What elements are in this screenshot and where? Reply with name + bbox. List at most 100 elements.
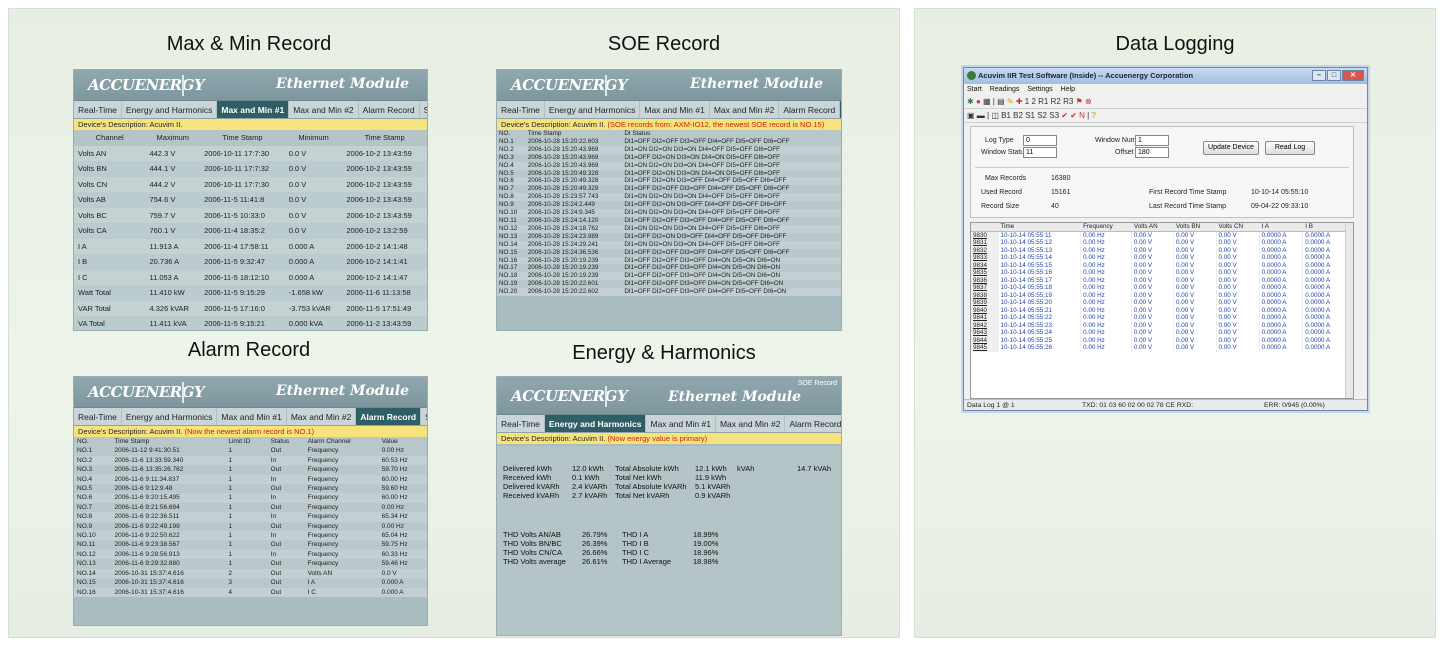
doc-icon[interactable]: ▣ [967, 111, 975, 120]
table-cell[interactable]: 9844 [971, 336, 999, 344]
tab-alarm[interactable]: Alarm Record [779, 101, 841, 118]
thd-label: THD Volts AN/AB [503, 530, 561, 539]
table-row: NO.1 2006-11-12 9:41:30.51 1 Out Frequency 0.… [74, 446, 427, 456]
tab-energy[interactable]: Energy and Harmonics [545, 101, 641, 118]
log-type-field[interactable]: 0 [1023, 135, 1057, 146]
stop-icon[interactable]: ⊗ [1085, 97, 1092, 106]
tab-maxmin1[interactable]: Max and Min #1 [217, 101, 290, 118]
menu-settings[interactable]: Settings [1027, 84, 1052, 95]
tab-alarm[interactable]: Alarm Record [785, 415, 841, 432]
tab-realtime[interactable]: Real-Time [497, 101, 545, 118]
tab-soe[interactable]: SOE Record [420, 101, 427, 118]
maximize-button[interactable]: □ [1327, 70, 1341, 81]
tab-realtime[interactable]: Real-Time [497, 415, 545, 432]
table-cell: Out [267, 465, 305, 475]
update-device-button[interactable]: Update Device [1203, 141, 1259, 155]
r3-icon[interactable]: R3 [1063, 97, 1073, 106]
tab-soe[interactable]: SOE Record [421, 408, 427, 425]
grid-icon[interactable]: ▦ [983, 97, 991, 106]
table-cell[interactable]: 9842 [971, 321, 999, 329]
window-num-field[interactable]: 1 [1135, 135, 1169, 146]
window-status-field[interactable]: 11 [1023, 147, 1057, 158]
table-cell: NO.11 [74, 540, 112, 550]
table-cell[interactable]: 9830 [971, 231, 999, 239]
n-icon[interactable]: N [1079, 111, 1085, 120]
table-cell[interactable]: 9841 [971, 314, 999, 322]
r1-icon[interactable]: R1 [1038, 97, 1048, 106]
table-cell[interactable]: 9839 [971, 299, 999, 307]
help-icon[interactable]: ? [1091, 111, 1095, 120]
check-icon[interactable]: ✔ [1061, 111, 1068, 120]
read-icon[interactable]: ◫ [991, 111, 999, 120]
connect-icon[interactable]: ✱ [967, 97, 974, 106]
table-cell: 0.00 V [1131, 246, 1174, 254]
minimize-button[interactable]: – [1312, 70, 1326, 81]
chart-icon[interactable]: ▤ [997, 97, 1005, 106]
close-button[interactable]: ✕ [1342, 70, 1364, 81]
record-icon[interactable]: ● [976, 97, 981, 106]
table-cell: 0.00 V [1216, 284, 1260, 292]
s3-icon[interactable]: S3 [1049, 111, 1059, 120]
col-header: NO. [74, 437, 112, 447]
table-header: NO. Time Stamp DI Status [497, 130, 841, 138]
tab-maxmin2[interactable]: Max and Min #2 [710, 101, 780, 118]
table-row: VA Total 11.411 kVA 2006-11-5 9:15:21 0.000… [74, 316, 427, 330]
table-cell[interactable]: 9840 [971, 306, 999, 314]
two-icon[interactable]: 2 [1031, 97, 1035, 106]
table-cell: 2006-11-6 9:21:56.694 [111, 502, 226, 513]
alarm-icon[interactable]: ⚑ [1076, 97, 1083, 106]
table-cell: DI1=ON DI2=ON DI3=ON DI4=OFF DI5=OFF DI6… [622, 240, 841, 249]
tab-energy[interactable]: Energy and Harmonics [122, 101, 218, 118]
table-row: NO.14 2006-10-31 15:37:4.616 2 Out Volts AN 0… [74, 568, 427, 579]
tab-realtime[interactable]: Real-Time [74, 408, 122, 425]
table-cell[interactable]: 9838 [971, 291, 999, 299]
one-icon[interactable]: 1 [1025, 97, 1029, 106]
table-cell: DI1=ON DI2=ON DI3=ON DI4=OFF DI5=OFF DI6… [622, 209, 841, 217]
s1-icon[interactable]: S1 [1025, 111, 1035, 120]
table-cell[interactable]: 9836 [971, 276, 999, 284]
record-size-label: Record Size [981, 203, 1020, 210]
tab-realtime[interactable]: Real-Time [74, 101, 122, 118]
soe-record-link[interactable]: SOE Record [798, 380, 837, 387]
config-icon[interactable]: ✚ [1016, 97, 1023, 106]
s2-icon[interactable]: S2 [1037, 111, 1047, 120]
table-cell[interactable]: 9834 [971, 261, 999, 269]
tab-maxmin2[interactable]: Max and Min #2 [287, 408, 357, 425]
col-header: Time Stamp [200, 130, 285, 146]
table-cell: 4.326 kVAR [145, 300, 201, 316]
table-cell: 2006-10-28 15:24:14.120 [525, 216, 623, 225]
tab-energy[interactable]: Energy and Harmonics [544, 415, 647, 432]
table-cell[interactable]: 9837 [971, 284, 999, 292]
tab-maxmin1[interactable]: Max and Min #1 [640, 101, 710, 118]
table-cell[interactable]: 9843 [971, 329, 999, 337]
table-cell[interactable]: 9835 [971, 269, 999, 277]
tab-soe[interactable]: SOE Record [840, 101, 841, 118]
tab-alarm[interactable]: Alarm Record [356, 408, 422, 425]
table-cell: 0.0000 A [1259, 261, 1304, 269]
vertical-scrollbar[interactable] [1345, 223, 1353, 398]
menu-start[interactable]: Start [967, 84, 982, 95]
table-row: NO.2 2006-11-6 13:33:59.340 1 In Frequency 60… [74, 455, 427, 466]
table-cell[interactable]: 9833 [971, 254, 999, 262]
offset-field[interactable]: 180 [1135, 147, 1169, 158]
table-cell: 0.00 Hz [1080, 261, 1132, 269]
menu-help[interactable]: Help [1061, 84, 1075, 95]
b1-icon[interactable]: B1 [1001, 111, 1011, 120]
tab-maxmin1[interactable]: Max and Min #1 [217, 408, 287, 425]
r2-icon[interactable]: R2 [1051, 97, 1061, 106]
read-log-button[interactable]: Read Log [1265, 141, 1315, 155]
tab-maxmin2[interactable]: Max and Min #2 [289, 101, 359, 118]
table-cell[interactable]: 9845 [971, 344, 999, 352]
tab-energy[interactable]: Energy and Harmonics [122, 408, 218, 425]
tool-icon[interactable]: ✎ [1007, 97, 1014, 106]
list-icon[interactable]: ▬ [977, 111, 985, 120]
tab-maxmin2[interactable]: Max and Min #2 [716, 415, 786, 432]
table-cell[interactable]: 9831 [971, 239, 999, 247]
check2-icon[interactable]: ✔ [1070, 111, 1077, 120]
table-cell: 0.0000 A [1259, 269, 1304, 277]
b2-icon[interactable]: B2 [1013, 111, 1023, 120]
menu-readings[interactable]: Readings [990, 84, 1020, 95]
tab-maxmin1[interactable]: Max and Min #1 [646, 415, 716, 432]
table-cell[interactable]: 9832 [971, 246, 999, 254]
tab-alarm[interactable]: Alarm Record [359, 101, 420, 118]
